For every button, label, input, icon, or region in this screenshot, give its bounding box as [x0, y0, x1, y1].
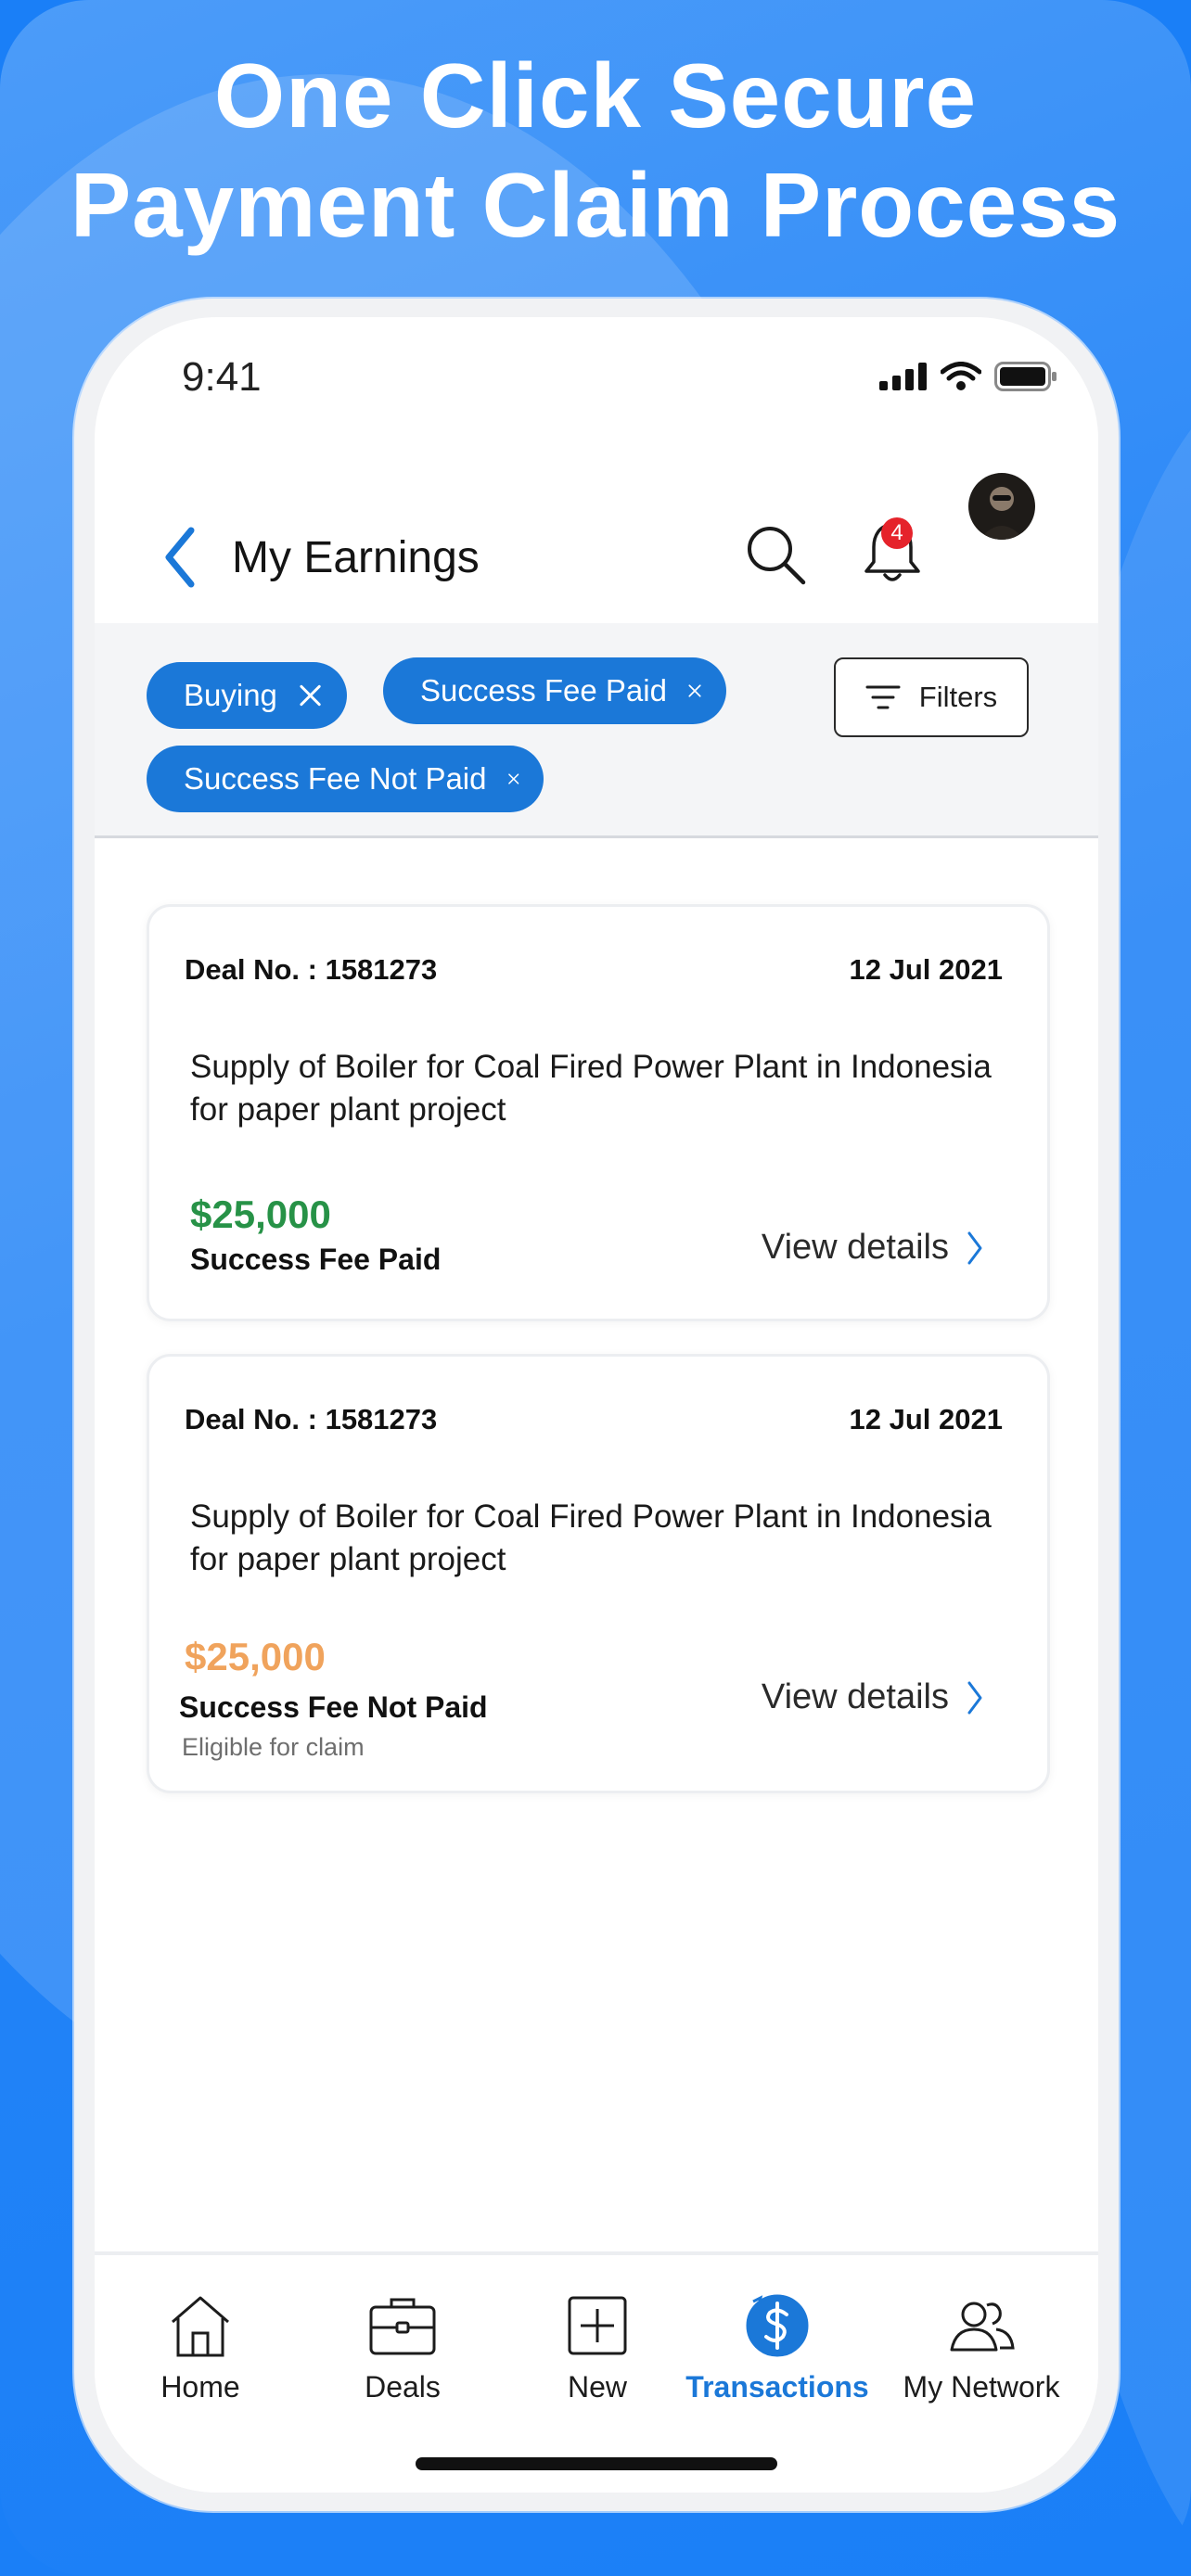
nav-label: Deals: [365, 2370, 441, 2404]
deal-card[interactable]: Deal No. : 1581273 12 Jul 2021 Supply of…: [147, 1354, 1050, 1793]
briefcase-icon: [369, 2298, 436, 2355]
wifi-icon: [941, 362, 981, 390]
nav-label: My Network: [903, 2370, 1060, 2404]
status-time: 9:41: [182, 354, 262, 400]
people-icon: [950, 2302, 1015, 2352]
view-details-link[interactable]: View details: [762, 1228, 984, 1268]
nav-label: New: [567, 2370, 627, 2404]
notification-badge: 4: [881, 517, 913, 549]
page-title: My Earnings: [232, 533, 480, 582]
status-icons: [879, 362, 1057, 391]
claim-eligibility-note: Eligible for claim: [182, 1733, 365, 1761]
cellular-signal-icon: [879, 363, 927, 390]
search-icon[interactable]: [742, 521, 809, 588]
filters-button[interactable]: Filters: [834, 657, 1029, 737]
nav-label: Home: [160, 2370, 240, 2404]
filter-chip-buying[interactable]: Buying: [147, 662, 347, 729]
plus-square-icon: [568, 2296, 627, 2355]
deal-date: 12 Jul 2021: [849, 1403, 1003, 1435]
filter-chip-label: Buying: [184, 678, 277, 712]
close-icon[interactable]: [298, 682, 323, 708]
deal-status: Success Fee Paid: [190, 1243, 442, 1276]
nav-item-home[interactable]: Home: [98, 2289, 302, 2404]
deal-number: Deal No. : 1581273: [185, 953, 438, 986]
view-details-label: View details: [761, 1677, 949, 1716]
chevron-right-icon: [967, 1681, 982, 1714]
deal-number: Deal No. : 1581273: [185, 1403, 438, 1435]
filter-bar: Buying Success Fee Paid Success Fee Not …: [95, 623, 1098, 838]
home-indicator[interactable]: [416, 2457, 777, 2470]
filter-chip-success-fee-paid[interactable]: Success Fee Paid: [383, 657, 726, 724]
deal-description: Supply of Boiler for Coal Fired Power Pl…: [190, 1498, 992, 1577]
home-icon: [172, 2296, 229, 2357]
close-icon[interactable]: [687, 678, 702, 704]
view-details-label: View details: [761, 1228, 949, 1267]
nav-item-deals[interactable]: Deals: [301, 2289, 505, 2404]
deal-date: 12 Jul 2021: [849, 953, 1003, 986]
deal-description: Supply of Boiler for Coal Fired Power Pl…: [190, 1049, 992, 1128]
avatar-portrait-icon: [980, 487, 1024, 540]
chevron-right-icon: [967, 1231, 982, 1264]
view-details-link[interactable]: View details: [762, 1677, 984, 1717]
filter-lines-icon: [865, 685, 901, 709]
filter-chip-label: Success Fee Not Paid: [184, 761, 487, 796]
nav-label: Transactions: [685, 2370, 869, 2404]
promo-headline: One Click Secure Payment Claim Process: [0, 41, 1191, 260]
deal-status: Success Fee Not Paid: [179, 1690, 488, 1724]
bottom-navigation: Home Deals New Transactions My Network: [95, 2251, 1098, 2493]
nav-item-my-network[interactable]: My Network: [879, 2289, 1083, 2404]
promo-headline-line1: One Click Secure: [213, 45, 978, 147]
promo-headline-line2: Payment Claim Process: [70, 154, 1121, 256]
deal-amount: $25,000: [185, 1635, 326, 1678]
app-header: My Earnings 4: [95, 438, 1098, 623]
user-avatar[interactable]: [968, 473, 1035, 540]
deal-card[interactable]: Deal No. : 1581273 12 Jul 2021 Supply of…: [147, 904, 1050, 1321]
filter-chip-success-fee-not-paid[interactable]: Success Fee Not Paid: [147, 746, 544, 812]
nav-item-new[interactable]: New: [495, 2289, 699, 2404]
phone-screen: 9:41 My Earnings 4 Buying Success Fee Pa…: [95, 317, 1098, 2493]
nav-item-transactions[interactable]: Transactions: [675, 2289, 879, 2404]
battery-icon: [994, 362, 1057, 391]
back-arrow-icon[interactable]: [161, 525, 198, 590]
filter-chip-label: Success Fee Paid: [420, 673, 667, 708]
filters-button-label: Filters: [918, 681, 998, 713]
dollar-circle-icon: [746, 2294, 809, 2357]
close-icon[interactable]: [507, 766, 520, 792]
status-bar: 9:41: [95, 317, 1098, 438]
deal-amount: $25,000: [190, 1192, 331, 1236]
